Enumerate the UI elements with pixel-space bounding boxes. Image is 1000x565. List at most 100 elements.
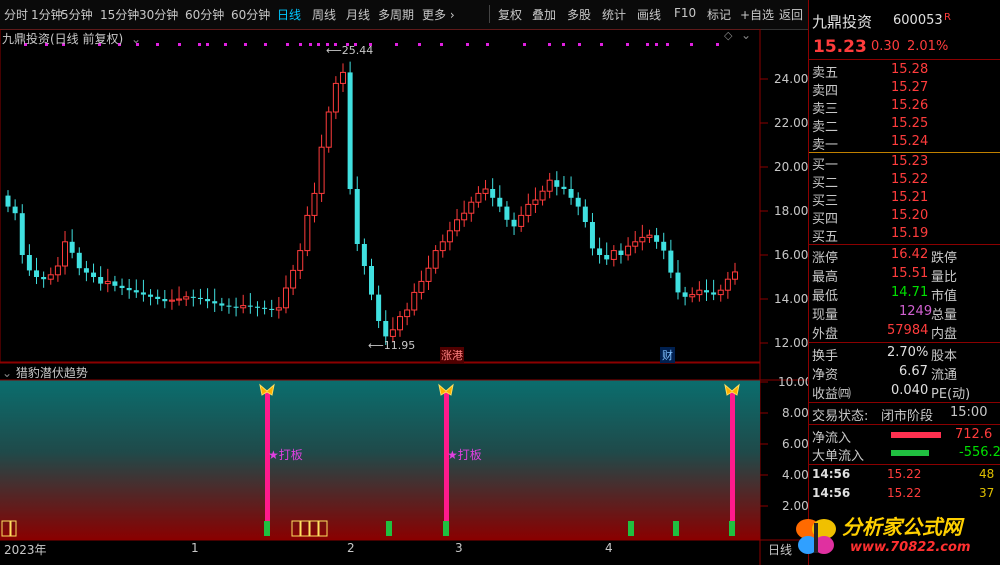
stock-name: 九鼎投资 bbox=[812, 13, 873, 31]
watermark-title: 分析家公式网 bbox=[842, 515, 962, 539]
price-grid bbox=[760, 78, 768, 507]
flow-net-label: 净流入 bbox=[812, 431, 852, 446]
ask1-price[interactable]: 15.24 bbox=[891, 134, 928, 149]
action-back-button[interactable]: 返回 bbox=[779, 6, 803, 23]
ask2-label: 卖二 bbox=[812, 120, 839, 135]
y-tick-24: 24.00 bbox=[774, 72, 809, 86]
stat-high-value: 15.51 bbox=[891, 266, 929, 281]
period-tab-more[interactable]: 更多 › bbox=[422, 6, 455, 23]
x-label-mar: 3 bbox=[455, 541, 463, 555]
stat-high-label: 最高 bbox=[812, 270, 839, 285]
period-tab-15min[interactable]: 15分钟 bbox=[100, 6, 139, 23]
action-fuquan-button[interactable]: 复权 bbox=[498, 6, 522, 23]
chart-title-text: 九鼎投资(日线 前复权) bbox=[2, 32, 124, 46]
ind-y-tick-6: 6.00 bbox=[782, 437, 809, 451]
kline-chart[interactable] bbox=[0, 29, 808, 565]
stat-outer-label: 外盘 bbox=[812, 327, 839, 342]
ask1-label: 卖一 bbox=[812, 138, 839, 153]
ask4-price[interactable]: 15.27 bbox=[891, 80, 928, 95]
indicator-title-text: 猎豹潜伏趋势 bbox=[15, 366, 88, 380]
y-tick-12: 12.00 bbox=[774, 336, 809, 350]
y-tick-16: 16.00 bbox=[774, 248, 809, 262]
bid5-price[interactable]: 15.19 bbox=[891, 226, 928, 241]
stat-limit-up-label: 涨停 bbox=[812, 251, 839, 266]
site-watermark: 分析家公式网 www.70822.com bbox=[792, 505, 992, 563]
flow-net-bar bbox=[891, 432, 941, 438]
y-tick-18: 18.00 bbox=[774, 204, 809, 218]
fund-eps-value: 0.040 bbox=[891, 383, 929, 398]
bid3-label: 买三 bbox=[812, 194, 839, 209]
period-tab-1min[interactable]: 1分钟 bbox=[31, 6, 63, 23]
stat-low-value: 14.71 bbox=[891, 285, 929, 300]
high-price-label: ⟵25.44 bbox=[326, 44, 374, 57]
y-tick-14: 14.00 bbox=[774, 292, 809, 306]
chevron-down-icon[interactable]: ⌄ bbox=[741, 28, 751, 42]
diamond-icon[interactable]: ◇ bbox=[724, 29, 732, 42]
x-label-period: 日线 bbox=[768, 543, 793, 557]
indicator-title[interactable]: ⌄ 猎豹潜伏趋势 bbox=[2, 364, 88, 381]
period-tab-daily[interactable]: 日线 bbox=[277, 6, 301, 23]
status-label: 交易状态: bbox=[812, 409, 869, 424]
stock-code: 600053 bbox=[893, 13, 943, 28]
stat-totalvol-label: 总量 bbox=[931, 308, 958, 323]
action-mark-button[interactable]: 标记 bbox=[707, 6, 731, 23]
stat-mktcap-label: 市值 bbox=[931, 289, 958, 304]
bid2-price[interactable]: 15.22 bbox=[891, 172, 928, 187]
flow-net-value: 712.6 bbox=[955, 427, 993, 442]
period-tab-fenshi[interactable]: 分时 bbox=[4, 6, 28, 23]
period-tab-60min2[interactable]: 60分钟 bbox=[231, 6, 270, 23]
bid3-price[interactable]: 15.21 bbox=[891, 190, 928, 205]
action-add-watchlist-button[interactable]: +自选 bbox=[740, 6, 774, 23]
fund-eps-label: 收益㈣ bbox=[812, 387, 852, 402]
tick-price-1: 15.22 bbox=[887, 467, 922, 481]
ask4-label: 卖四 bbox=[812, 84, 839, 99]
stat-curvol-value: 1249 bbox=[899, 304, 933, 319]
action-multistock-button[interactable]: 多股 bbox=[567, 6, 591, 23]
stat-low-label: 最低 bbox=[812, 289, 839, 304]
action-overlay-button[interactable]: 叠加 bbox=[532, 6, 556, 23]
tick-vol-1: 48 bbox=[979, 467, 995, 481]
fund-netasset-value: 6.67 bbox=[899, 364, 928, 379]
low-price-value: 11.95 bbox=[383, 339, 416, 352]
period-tab-weekly[interactable]: 周线 bbox=[312, 6, 336, 23]
period-tab-30min[interactable]: 30分钟 bbox=[139, 6, 178, 23]
chart-title: 九鼎投资(日线 前复权) ⌄ bbox=[2, 30, 141, 47]
event-tag-hk[interactable]: 涨港 bbox=[440, 347, 464, 363]
bid1-price[interactable]: 15.23 bbox=[891, 154, 928, 169]
tick-price-2: 15.22 bbox=[887, 486, 922, 500]
chevron-down-icon[interactable]: ⌄ bbox=[131, 32, 141, 46]
stat-inner-label: 内盘 bbox=[931, 327, 958, 342]
bid1-label: 买一 bbox=[812, 158, 839, 173]
flow-big-value: -556.2 bbox=[959, 445, 1000, 460]
action-stats-button[interactable]: 统计 bbox=[602, 6, 626, 23]
bid5-label: 买五 bbox=[812, 230, 839, 245]
high-price-value: 25.44 bbox=[341, 44, 374, 57]
ask5-price[interactable]: 15.28 bbox=[891, 62, 928, 77]
flow-big-bar bbox=[891, 450, 929, 456]
period-tab-monthly[interactable]: 月线 bbox=[346, 6, 370, 23]
event-tag-finance[interactable]: 财 bbox=[660, 347, 675, 363]
candlestick-series bbox=[5, 61, 738, 345]
last-price: 15.23 bbox=[813, 37, 867, 57]
flow-big-label: 大单流入 bbox=[812, 449, 865, 464]
price-change: 0.30 bbox=[871, 39, 900, 54]
stat-volratio-label: 量比 bbox=[931, 270, 958, 285]
ask2-price[interactable]: 15.25 bbox=[891, 116, 928, 131]
y-tick-20: 20.00 bbox=[774, 160, 809, 174]
x-label-jan: 1 bbox=[191, 541, 199, 555]
ind-y-tick-8: 8.00 bbox=[782, 406, 809, 420]
bid2-label: 买二 bbox=[812, 176, 839, 191]
period-tab-multi[interactable]: 多周期 bbox=[378, 6, 414, 23]
period-tab-60min[interactable]: 60分钟 bbox=[185, 6, 224, 23]
ask3-price[interactable]: 15.26 bbox=[891, 98, 928, 113]
watermark-url: www.70822.com bbox=[850, 540, 971, 555]
period-tab-5min[interactable]: 5分钟 bbox=[61, 6, 93, 23]
bid4-price[interactable]: 15.20 bbox=[891, 208, 928, 223]
chevron-down-icon[interactable]: ⌄ bbox=[2, 366, 12, 380]
action-draw-button[interactable]: 画线 bbox=[637, 6, 661, 23]
action-f10-button[interactable]: F10 bbox=[674, 6, 696, 20]
signal-label-2: ★打板 bbox=[447, 448, 482, 462]
status-value: 闭市阶段 bbox=[881, 409, 934, 424]
low-price-label: ⟵11.95 bbox=[368, 339, 416, 352]
ind-y-tick-4: 4.00 bbox=[782, 468, 809, 482]
